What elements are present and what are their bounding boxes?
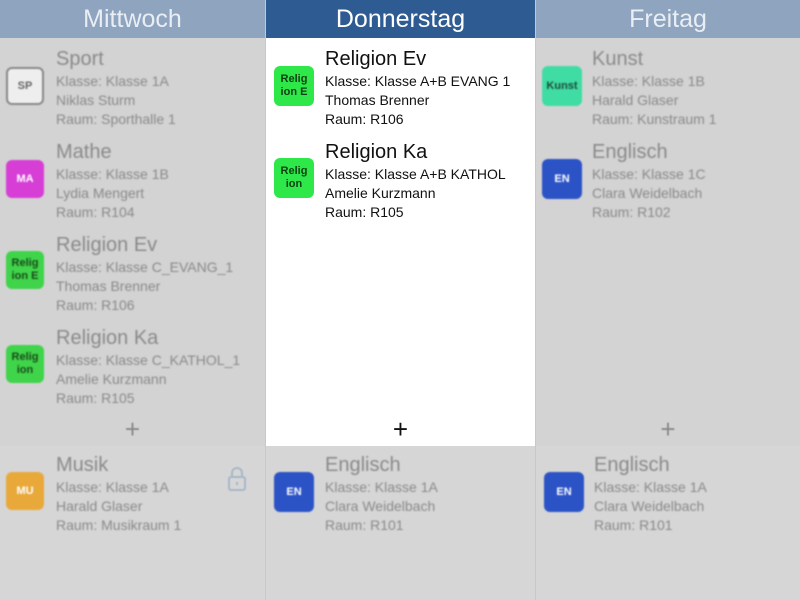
- day-slot-top: Kunst Kunst Klasse: Klasse 1B Harald Gla…: [536, 38, 800, 446]
- subject-badge: Relig ion: [274, 158, 314, 198]
- day-column-donnerstag: Donnerstag Relig ion E Religion Ev Klass…: [266, 0, 535, 600]
- lesson-subject: Englisch: [594, 454, 670, 476]
- day-slot-top: Relig ion E Religion Ev Klasse: Klasse A…: [266, 38, 535, 446]
- lesson-card[interactable]: Relig ion Religion Ka Klasse: Klasse A+B…: [266, 141, 535, 231]
- lesson-room: Raum: Kunstraum 1: [592, 111, 717, 127]
- add-lesson-button[interactable]: +: [0, 414, 265, 444]
- lock-icon[interactable]: [226, 466, 248, 492]
- lesson-subject: Musik: [56, 454, 109, 476]
- lesson-room: Raum: R105: [56, 390, 135, 406]
- lesson-teacher: Niklas Sturm: [56, 92, 136, 108]
- lesson-card[interactable]: Relig ion E Religion Ev Klasse: Klasse A…: [266, 48, 535, 138]
- lesson-card[interactable]: EN Englisch Klasse: Klasse 1C Clara Weid…: [536, 141, 800, 231]
- lesson-subject: Religion Ev: [325, 48, 427, 70]
- lesson-room: Raum: R101: [325, 517, 404, 533]
- subject-badge: MU: [6, 472, 44, 510]
- lesson-class: Klasse: Klasse 1B: [56, 166, 169, 182]
- lesson-card[interactable]: Kunst Kunst Klasse: Klasse 1B Harald Gla…: [536, 48, 800, 138]
- lesson-subject: Englisch: [325, 454, 401, 476]
- subject-badge: EN: [544, 472, 584, 512]
- day-header-freitag[interactable]: Freitag: [536, 0, 800, 38]
- lesson-teacher: Amelie Kurzmann: [325, 185, 436, 201]
- lesson-subject: Mathe: [56, 141, 112, 163]
- subject-badge: EN: [542, 159, 582, 199]
- subject-badge: EN: [274, 472, 314, 512]
- lesson-room: Raum: Musikraum 1: [56, 517, 182, 533]
- lesson-subject: Englisch: [592, 141, 668, 163]
- lesson-card[interactable]: Relig ion Religion Ka Klasse: Klasse C_K…: [0, 327, 265, 417]
- lesson-teacher: Harald Glaser: [592, 92, 679, 108]
- lesson-teacher: Clara Weidelbach: [592, 185, 703, 201]
- lesson-subject: Sport: [56, 48, 104, 70]
- day-slot-top: SP Sport Klasse: Klasse 1A Niklas Sturm …: [0, 38, 265, 446]
- day-column-mittwoch: Mittwoch SP Sport Klasse: Klasse 1A Nikl…: [0, 0, 265, 600]
- lesson-class: Klasse: Klasse 1A: [56, 73, 169, 89]
- day-header-mittwoch[interactable]: Mittwoch: [0, 0, 265, 38]
- lesson-teacher: Thomas Brenner: [325, 92, 430, 108]
- subject-badge: SP: [6, 67, 44, 105]
- lesson-room: Raum: R104: [56, 204, 135, 220]
- lesson-class: Klasse: Klasse A+B KATHOL: [325, 166, 506, 182]
- day-slot-bottom: MU Musik Klasse: Klasse 1A Harald Glaser…: [0, 446, 265, 600]
- day-header-donnerstag[interactable]: Donnerstag: [266, 0, 535, 38]
- add-lesson-button[interactable]: +: [536, 414, 800, 444]
- lesson-room: Raum: R101: [594, 517, 673, 533]
- lesson-teacher: Lydia Mengert: [56, 185, 145, 201]
- lesson-subject: Religion Ev: [56, 234, 158, 256]
- lesson-subject: Religion Ka: [325, 141, 428, 163]
- day-column-freitag: Freitag Kunst Kunst Klasse: Klasse 1B Ha…: [536, 0, 800, 600]
- lesson-card[interactable]: EN Englisch Klasse: Klasse 1A Clara Weid…: [266, 454, 535, 544]
- lesson-card[interactable]: MA Mathe Klasse: Klasse 1B Lydia Mengert…: [0, 141, 265, 231]
- subject-badge: Relig ion E: [6, 251, 44, 289]
- lesson-subject: Kunst: [592, 48, 644, 70]
- lesson-class: Klasse: Klasse C_KATHOL_1: [56, 352, 241, 368]
- day-slot-bottom: EN Englisch Klasse: Klasse 1A Clara Weid…: [266, 446, 535, 600]
- day-slot-bottom: EN Englisch Klasse: Klasse 1A Clara Weid…: [536, 446, 800, 600]
- subject-badge: Relig ion: [6, 345, 44, 383]
- lesson-card[interactable]: SP Sport Klasse: Klasse 1A Niklas Sturm …: [0, 48, 265, 138]
- subject-badge: MA: [6, 160, 44, 198]
- add-lesson-button[interactable]: +: [266, 414, 535, 444]
- lesson-class: Klasse: Klasse 1C: [592, 166, 706, 182]
- lesson-room: Raum: R102: [592, 204, 671, 220]
- lesson-room: Raum: R105: [325, 204, 404, 220]
- lesson-teacher: Clara Weidelbach: [325, 498, 436, 514]
- lesson-class: Klasse: Klasse A+B EVANG 1: [325, 73, 511, 89]
- lesson-teacher: Harald Glaser: [56, 498, 143, 514]
- lesson-teacher: Thomas Brenner: [56, 278, 161, 294]
- lesson-card[interactable]: Relig ion E Religion Ev Klasse: Klasse C…: [0, 234, 265, 324]
- lesson-card[interactable]: MU Musik Klasse: Klasse 1A Harald Glaser…: [0, 454, 265, 544]
- lesson-class: Klasse: Klasse 1B: [592, 73, 705, 89]
- subject-badge: Relig ion E: [274, 66, 314, 106]
- lesson-class: Klasse: Klasse C_EVANG_1: [56, 259, 234, 275]
- lesson-teacher: Amelie Kurzmann: [56, 371, 167, 387]
- lesson-class: Klasse: Klasse 1A: [594, 479, 707, 495]
- lesson-room: Raum: Sporthalle 1: [56, 111, 176, 127]
- lesson-class: Klasse: Klasse 1A: [56, 479, 169, 495]
- lesson-room: Raum: R106: [56, 297, 135, 313]
- lesson-teacher: Clara Weidelbach: [594, 498, 705, 514]
- subject-badge: Kunst: [542, 66, 582, 106]
- lesson-class: Klasse: Klasse 1A: [325, 479, 438, 495]
- lesson-subject: Religion Ka: [56, 327, 159, 349]
- lesson-room: Raum: R106: [325, 111, 404, 127]
- lesson-card[interactable]: EN Englisch Klasse: Klasse 1A Clara Weid…: [536, 454, 800, 544]
